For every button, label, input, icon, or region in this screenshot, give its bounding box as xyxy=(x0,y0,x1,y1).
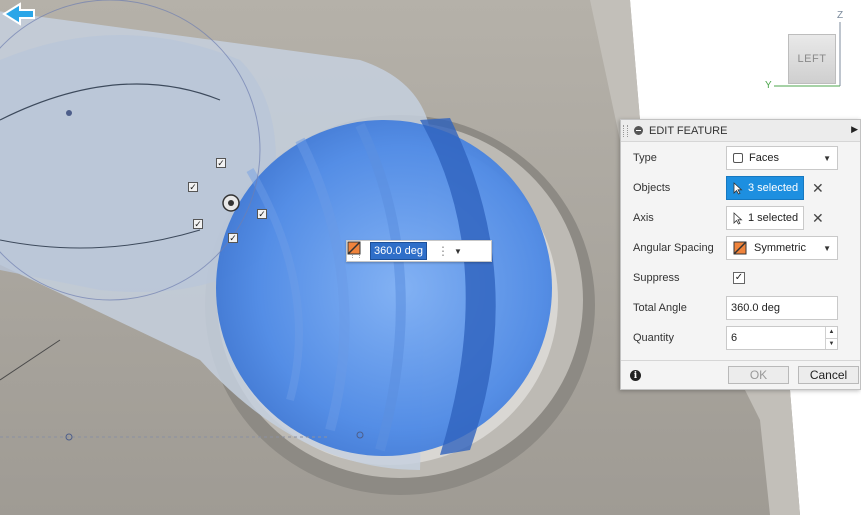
row-quantity: Quantity 6 ▲ ▼ xyxy=(621,325,860,351)
faces-icon xyxy=(733,153,743,163)
canvas-face-checkbox[interactable]: ✓ xyxy=(193,219,203,229)
panel-drag-handle[interactable] xyxy=(623,124,628,137)
cursor-select-icon xyxy=(733,181,743,195)
row-angular-spacing: Angular Spacing Symmetric ▼ xyxy=(621,235,860,261)
chevron-down-icon: ▼ xyxy=(453,246,462,256)
cursor-select-icon xyxy=(733,211,743,225)
canvas-face-checkbox[interactable]: ✓ xyxy=(216,158,226,168)
type-dropdown[interactable]: Faces ▼ xyxy=(726,146,838,170)
axis-select-button[interactable]: 1 selected xyxy=(726,206,804,230)
suppress-label: Suppress xyxy=(633,272,680,284)
canvas-face-checkbox[interactable]: ✓ xyxy=(228,233,238,243)
axis-pivot-icon[interactable] xyxy=(220,192,242,214)
chevron-down-icon: ▼ xyxy=(823,153,831,163)
chevron-down-icon: ▼ xyxy=(823,243,831,253)
objects-select-button[interactable]: 3 selected xyxy=(726,176,804,200)
flip-direction-button[interactable]: ▼ xyxy=(347,241,462,256)
quantity-stepper[interactable]: 6 ▲ ▼ xyxy=(726,326,838,350)
suppress-checkbox-wrap[interactable]: ✓ xyxy=(733,266,745,290)
flip-direction-icon xyxy=(347,241,361,255)
total-angle-input[interactable]: 360.0 deg xyxy=(726,296,838,320)
clear-axis-close-icon[interactable]: ✕ xyxy=(812,210,824,227)
quantity-value: 6 xyxy=(731,332,738,344)
angular-spacing-label: Angular Spacing xyxy=(633,242,714,254)
type-label: Type xyxy=(633,152,657,164)
rotate-arrow-manipulator-icon[interactable] xyxy=(0,0,38,28)
clear-objects-close-icon[interactable]: ✕ xyxy=(812,180,824,197)
type-value: Faces xyxy=(749,152,779,164)
objects-value: 3 selected xyxy=(748,182,799,194)
angular-spacing-value: Symmetric xyxy=(754,242,806,254)
viewcube-face-left[interactable]: LEFT xyxy=(788,34,836,84)
stepper-buttons[interactable]: ▲ ▼ xyxy=(825,327,837,349)
row-type: Type Faces ▼ xyxy=(621,145,860,171)
row-axis: Axis 1 selected ✕ xyxy=(621,205,860,231)
expand-right-icon[interactable]: ▶ xyxy=(851,124,858,135)
objects-label: Objects xyxy=(633,182,671,194)
axis-label: Axis xyxy=(633,212,654,224)
panel-header[interactable]: EDIT FEATURE ▶ xyxy=(621,120,860,142)
axis-value: 1 selected xyxy=(748,212,799,224)
suppress-checkbox[interactable]: ✓ xyxy=(733,272,745,284)
edit-feature-panel: EDIT FEATURE ▶ Type Faces ▼ Objects 3 se… xyxy=(620,119,861,390)
viewcube[interactable]: Z Y LEFT xyxy=(760,8,861,98)
angle-value-field[interactable]: 360.0 deg xyxy=(370,242,427,260)
row-suppress: Suppress ✓ xyxy=(621,265,860,291)
increment-icon[interactable]: ▲ xyxy=(826,327,837,338)
collapse-icon[interactable] xyxy=(634,126,643,135)
decrement-icon[interactable]: ▼ xyxy=(826,337,837,350)
panel-footer: i OK Cancel xyxy=(621,360,860,390)
row-total-angle: Total Angle 360.0 deg xyxy=(621,295,860,321)
canvas-face-checkbox[interactable]: ✓ xyxy=(257,209,267,219)
panel-title: EDIT FEATURE xyxy=(649,124,728,137)
ok-button[interactable]: OK xyxy=(728,366,789,384)
symmetric-icon xyxy=(733,241,747,255)
row-objects: Objects 3 selected ✕ xyxy=(621,175,860,201)
total-angle-label: Total Angle xyxy=(633,302,687,314)
info-icon[interactable]: i xyxy=(630,370,641,381)
angle-value-input[interactable]: 360.0 deg ⋮ ▼ xyxy=(346,240,492,262)
quantity-label: Quantity xyxy=(633,332,674,344)
canvas-face-checkbox[interactable]: ✓ xyxy=(188,182,198,192)
more-options-icon[interactable]: ⋮ xyxy=(437,245,449,257)
cancel-button[interactable]: Cancel xyxy=(798,366,859,384)
total-angle-value: 360.0 deg xyxy=(731,302,780,314)
angular-spacing-dropdown[interactable]: Symmetric ▼ xyxy=(726,236,838,260)
